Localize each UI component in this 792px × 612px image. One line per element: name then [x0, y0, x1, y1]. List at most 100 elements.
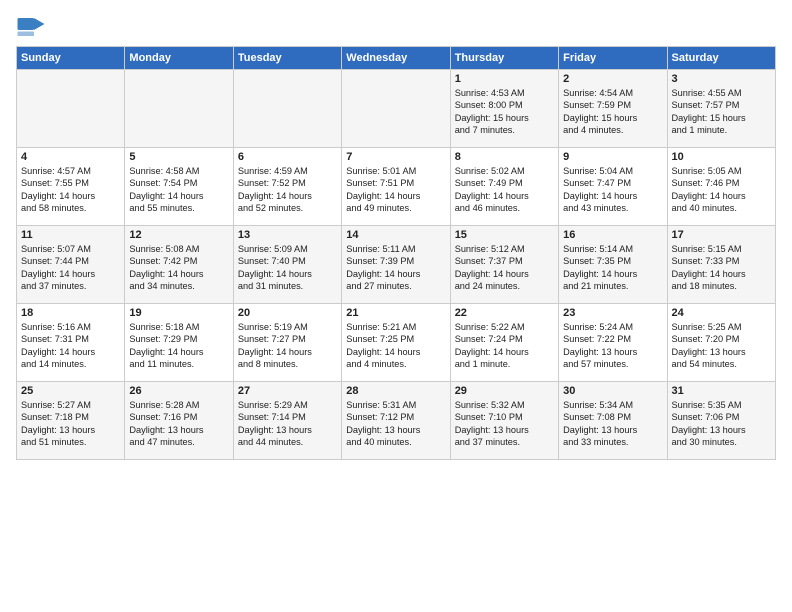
- calendar-cell: 27 Sunrise: 5:29 AM Sunset: 7:14 PM Dayli…: [233, 382, 341, 460]
- calendar-week-1: 1Sunrise: 4:53 AM Sunset: 8:00 PM Daylig…: [17, 70, 776, 148]
- day-number: 18: [21, 307, 120, 319]
- day-number: 28: [346, 385, 445, 397]
- calendar-cell: 20 Sunrise: 5:19 AM Sunset: 7:27 PM Dayli…: [233, 304, 341, 382]
- cell-content: Sunrise: 5:21 AM Sunset: 7:25 PM Dayligh…: [346, 321, 445, 371]
- cell-content: Sunrise: 5:32 AM Sunset: 7:10 PM Dayligh…: [455, 399, 554, 449]
- day-number: 26: [129, 385, 228, 397]
- day-number: 13: [238, 229, 337, 241]
- cell-content: Sunrise: 5:08 AM Sunset: 7:42 PM Dayligh…: [129, 243, 228, 293]
- cell-content: Sunrise: 4:53 AM Sunset: 8:00 PM Dayligh…: [455, 87, 554, 137]
- cell-content: Sunrise: 5:05 AM Sunset: 7:46 PM Dayligh…: [672, 165, 771, 215]
- day-number: 6: [238, 151, 337, 163]
- calendar-cell: 14 Sunrise: 5:11 AM Sunset: 7:39 PM Dayli…: [342, 226, 450, 304]
- day-number: 21: [346, 307, 445, 319]
- calendar-cell: 21 Sunrise: 5:21 AM Sunset: 7:25 PM Dayli…: [342, 304, 450, 382]
- calendar-cell: [233, 70, 341, 148]
- day-number: 10: [672, 151, 771, 163]
- cell-content: Sunrise: 4:58 AM Sunset: 7:54 PM Dayligh…: [129, 165, 228, 215]
- calendar-cell: 7 Sunrise: 5:01 AM Sunset: 7:51 PM Daylig…: [342, 148, 450, 226]
- cell-content: Sunrise: 5:19 AM Sunset: 7:27 PM Dayligh…: [238, 321, 337, 371]
- calendar-cell: [17, 70, 125, 148]
- cell-content: Sunrise: 5:16 AM Sunset: 7:31 PM Dayligh…: [21, 321, 120, 371]
- day-number: 2: [563, 73, 662, 85]
- day-number: 11: [21, 229, 120, 241]
- calendar-week-5: 25 Sunrise: 5:27 AM Sunset: 7:18 PM Dayli…: [17, 382, 776, 460]
- calendar-cell: 8 Sunrise: 5:02 AM Sunset: 7:49 PM Daylig…: [450, 148, 558, 226]
- day-number: 4: [21, 151, 120, 163]
- day-header-saturday: Saturday: [667, 47, 775, 70]
- calendar-cell: 1Sunrise: 4:53 AM Sunset: 8:00 PM Daylig…: [450, 70, 558, 148]
- day-number: 5: [129, 151, 228, 163]
- calendar-week-2: 4 Sunrise: 4:57 AM Sunset: 7:55 PM Daylig…: [17, 148, 776, 226]
- cell-content: Sunrise: 5:15 AM Sunset: 7:33 PM Dayligh…: [672, 243, 771, 293]
- calendar-cell: [342, 70, 450, 148]
- day-number: 20: [238, 307, 337, 319]
- day-number: 7: [346, 151, 445, 163]
- calendar-cell: 18 Sunrise: 5:16 AM Sunset: 7:31 PM Dayli…: [17, 304, 125, 382]
- calendar-cell: 16Sunrise: 5:14 AM Sunset: 7:35 PM Dayli…: [559, 226, 667, 304]
- calendar-cell: 6 Sunrise: 4:59 AM Sunset: 7:52 PM Daylig…: [233, 148, 341, 226]
- cell-content: Sunrise: 5:12 AM Sunset: 7:37 PM Dayligh…: [455, 243, 554, 293]
- day-number: 22: [455, 307, 554, 319]
- cell-content: Sunrise: 5:25 AM Sunset: 7:20 PM Dayligh…: [672, 321, 771, 371]
- cell-content: Sunrise: 5:29 AM Sunset: 7:14 PM Dayligh…: [238, 399, 337, 449]
- day-number: 23: [563, 307, 662, 319]
- cell-content: Sunrise: 5:02 AM Sunset: 7:49 PM Dayligh…: [455, 165, 554, 215]
- cell-content: Sunrise: 5:11 AM Sunset: 7:39 PM Dayligh…: [346, 243, 445, 293]
- calendar-cell: 13 Sunrise: 5:09 AM Sunset: 7:40 PM Dayli…: [233, 226, 341, 304]
- calendar-cell: 5 Sunrise: 4:58 AM Sunset: 7:54 PM Daylig…: [125, 148, 233, 226]
- cell-content: Sunrise: 4:59 AM Sunset: 7:52 PM Dayligh…: [238, 165, 337, 215]
- day-number: 3: [672, 73, 771, 85]
- cell-content: Sunrise: 5:22 AM Sunset: 7:24 PM Dayligh…: [455, 321, 554, 371]
- cell-content: Sunrise: 5:35 AM Sunset: 7:06 PM Dayligh…: [672, 399, 771, 449]
- day-header-wednesday: Wednesday: [342, 47, 450, 70]
- cell-content: Sunrise: 5:27 AM Sunset: 7:18 PM Dayligh…: [21, 399, 120, 449]
- cell-content: Sunrise: 4:55 AM Sunset: 7:57 PM Dayligh…: [672, 87, 771, 137]
- day-header-sunday: Sunday: [17, 47, 125, 70]
- calendar-cell: 29 Sunrise: 5:32 AM Sunset: 7:10 PM Dayli…: [450, 382, 558, 460]
- day-header-monday: Monday: [125, 47, 233, 70]
- calendar-cell: 10 Sunrise: 5:05 AM Sunset: 7:46 PM Dayli…: [667, 148, 775, 226]
- cell-content: Sunrise: 5:18 AM Sunset: 7:29 PM Dayligh…: [129, 321, 228, 371]
- cell-content: Sunrise: 4:57 AM Sunset: 7:55 PM Dayligh…: [21, 165, 120, 215]
- calendar-table: SundayMondayTuesdayWednesdayThursdayFrid…: [16, 46, 776, 460]
- calendar-cell: 28 Sunrise: 5:31 AM Sunset: 7:12 PM Dayli…: [342, 382, 450, 460]
- calendar-cell: 12 Sunrise: 5:08 AM Sunset: 7:42 PM Dayli…: [125, 226, 233, 304]
- logo-icon: [16, 12, 46, 42]
- day-number: 19: [129, 307, 228, 319]
- day-number: 31: [672, 385, 771, 397]
- calendar-cell: 24Sunrise: 5:25 AM Sunset: 7:20 PM Dayli…: [667, 304, 775, 382]
- calendar-cell: 2 Sunrise: 4:54 AM Sunset: 7:59 PM Daylig…: [559, 70, 667, 148]
- day-number: 15: [455, 229, 554, 241]
- header: [16, 12, 776, 42]
- calendar-cell: 15 Sunrise: 5:12 AM Sunset: 7:37 PM Dayli…: [450, 226, 558, 304]
- cell-content: Sunrise: 4:54 AM Sunset: 7:59 PM Dayligh…: [563, 87, 662, 137]
- calendar-cell: 31 Sunrise: 5:35 AM Sunset: 7:06 PM Dayli…: [667, 382, 775, 460]
- day-header-tuesday: Tuesday: [233, 47, 341, 70]
- cell-content: Sunrise: 5:01 AM Sunset: 7:51 PM Dayligh…: [346, 165, 445, 215]
- day-header-friday: Friday: [559, 47, 667, 70]
- day-number: 9: [563, 151, 662, 163]
- cell-content: Sunrise: 5:14 AM Sunset: 7:35 PM Dayligh…: [563, 243, 662, 293]
- calendar-cell: 22 Sunrise: 5:22 AM Sunset: 7:24 PM Dayli…: [450, 304, 558, 382]
- day-number: 25: [21, 385, 120, 397]
- calendar-cell: [125, 70, 233, 148]
- day-number: 14: [346, 229, 445, 241]
- day-number: 8: [455, 151, 554, 163]
- calendar-cell: 30 Sunrise: 5:34 AM Sunset: 7:08 PM Dayli…: [559, 382, 667, 460]
- day-header-thursday: Thursday: [450, 47, 558, 70]
- cell-content: Sunrise: 5:31 AM Sunset: 7:12 PM Dayligh…: [346, 399, 445, 449]
- cell-content: Sunrise: 5:24 AM Sunset: 7:22 PM Dayligh…: [563, 321, 662, 371]
- calendar-cell: 25 Sunrise: 5:27 AM Sunset: 7:18 PM Dayli…: [17, 382, 125, 460]
- cell-content: Sunrise: 5:09 AM Sunset: 7:40 PM Dayligh…: [238, 243, 337, 293]
- day-number: 27: [238, 385, 337, 397]
- day-number: 30: [563, 385, 662, 397]
- day-number: 12: [129, 229, 228, 241]
- cell-content: Sunrise: 5:34 AM Sunset: 7:08 PM Dayligh…: [563, 399, 662, 449]
- day-number: 29: [455, 385, 554, 397]
- cell-content: Sunrise: 5:04 AM Sunset: 7:47 PM Dayligh…: [563, 165, 662, 215]
- calendar-cell: 9 Sunrise: 5:04 AM Sunset: 7:47 PM Daylig…: [559, 148, 667, 226]
- calendar-cell: 11Sunrise: 5:07 AM Sunset: 7:44 PM Dayli…: [17, 226, 125, 304]
- calendar-cell: 23 Sunrise: 5:24 AM Sunset: 7:22 PM Dayli…: [559, 304, 667, 382]
- page-container: SundayMondayTuesdayWednesdayThursdayFrid…: [0, 0, 792, 468]
